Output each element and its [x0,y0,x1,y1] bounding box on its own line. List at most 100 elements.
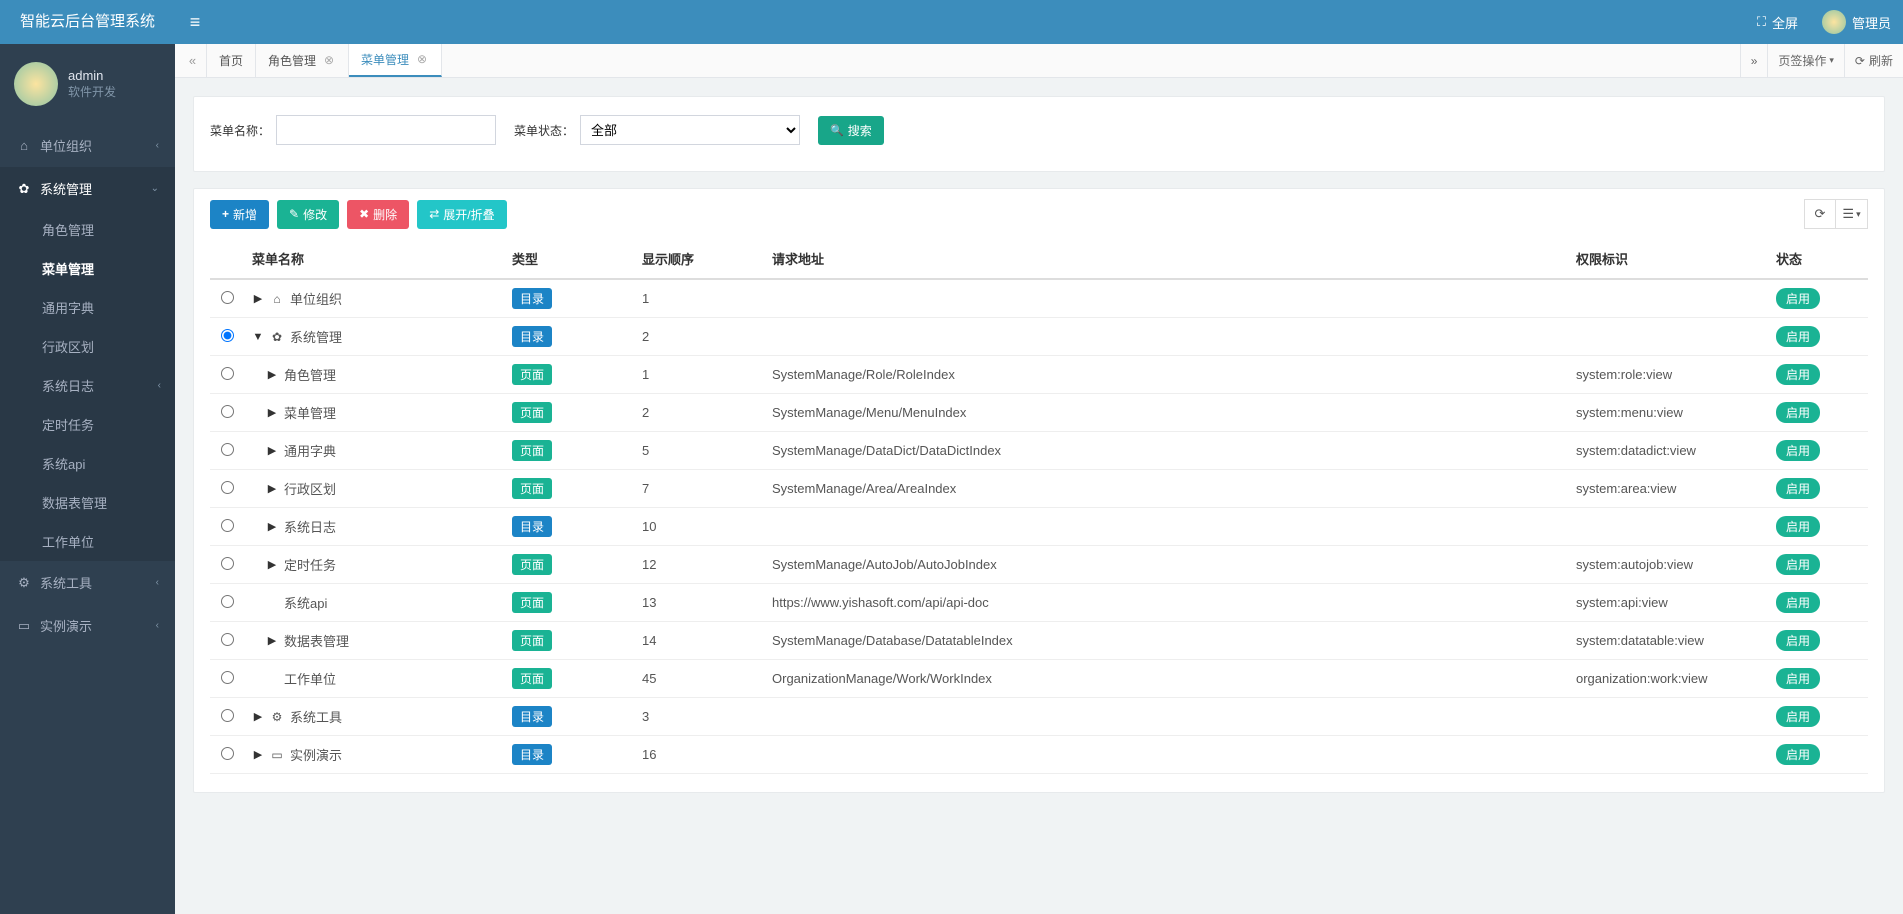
refresh-button[interactable]: 刷新 [1844,44,1903,77]
add-button[interactable]: 新增 [210,200,269,229]
tree-caret-icon[interactable]: ▶ [252,292,264,305]
row-url: SystemManage/Menu/MenuIndex [764,394,1568,432]
tree-caret-icon[interactable]: ▶ [266,444,278,457]
edit-label: 修改 [303,206,327,223]
menu-name-input[interactable] [276,115,496,145]
sidebar-subitem-系统api[interactable]: 系统api [0,444,175,483]
tabs-scroll-left[interactable] [179,44,207,77]
search-button[interactable]: 搜索 [818,116,884,145]
avatar [14,62,58,106]
add-label: 新增 [233,206,257,223]
sidebar-subitem-工作单位[interactable]: 工作单位 [0,522,175,561]
table-row[interactable]: 工作单位 页面 45 OrganizationManage/Work/WorkI… [210,660,1868,698]
sidebar-subitem-数据表管理[interactable]: 数据表管理 [0,483,175,522]
row-name: 系统api [284,593,327,612]
tab-label: 角色管理 [268,52,316,69]
row-radio[interactable] [221,557,234,570]
caret-icon: ⌄ [151,183,159,194]
row-url: SystemManage/Role/RoleIndex [764,356,1568,394]
table-row[interactable]: ▼ 系统管理 目录 2 启用 [210,318,1868,356]
table-row[interactable]: ▶ 通用字典 页面 5 SystemManage/DataDict/DataDi… [210,432,1868,470]
tree-caret-icon[interactable]: ▶ [266,558,278,571]
sidebar-subitem-系统日志[interactable]: 系统日志 ‹ [0,366,175,405]
toggle-label: 展开/折叠 [443,206,494,223]
tab-首页[interactable]: 首页 [207,44,256,77]
row-radio[interactable] [221,443,234,456]
sidebar-item-单位组织[interactable]: 单位组织 ‹ [0,124,175,167]
admin-menu[interactable]: 管理员 [1810,0,1903,44]
tab-ops-dropdown[interactable]: 页签操作▾ [1767,44,1844,77]
type-badge: 页面 [512,592,552,613]
table-columns-button[interactable]: ▾ [1836,199,1868,229]
row-perm: system:role:view [1568,356,1768,394]
status-badge: 启用 [1776,326,1820,347]
tabbar: 首页角色管理⊗菜单管理⊗ 页签操作▾ 刷新 [175,44,1903,78]
row-name: 行政区划 [284,479,336,498]
table-row[interactable]: ▶ 定时任务 页面 12 SystemManage/AutoJob/AutoJo… [210,546,1868,584]
row-name: 单位组织 [290,289,342,308]
table-row[interactable]: ▶ 角色管理 页面 1 SystemManage/Role/RoleIndex … [210,356,1868,394]
row-radio[interactable] [221,405,234,418]
toggle-expand-button[interactable]: 展开/折叠 [417,200,506,229]
table-row[interactable]: ▶ 菜单管理 页面 2 SystemManage/Menu/MenuIndex … [210,394,1868,432]
table-row[interactable]: ▶ 单位组织 目录 1 启用 [210,279,1868,318]
row-radio[interactable] [221,671,234,684]
app-header: 智能云后台管理系统 ≡ 全屏 管理员 [0,0,1903,44]
tab-菜单管理[interactable]: 菜单管理⊗ [349,44,442,77]
delete-button[interactable]: 删除 [347,200,409,229]
row-order: 3 [634,698,764,736]
sidebar-subitem-菜单管理[interactable]: 菜单管理 [0,249,175,288]
tab-close-icon[interactable]: ⊗ [322,54,336,68]
tree-caret-icon[interactable]: ▼ [252,331,264,343]
sidebar-item-系统管理[interactable]: 系统管理 ⌄ [0,167,175,210]
menu-status-select[interactable]: 全部 [580,115,800,145]
table-row[interactable]: ▶ 行政区划 页面 7 SystemManage/Area/AreaIndex … [210,470,1868,508]
tab-角色管理[interactable]: 角色管理 ⊗ [256,44,349,77]
table-row[interactable]: ▶ 系统日志 目录 10 启用 [210,508,1868,546]
row-name: 角色管理 [284,365,336,384]
sidebar-item-label: 系统管理 [40,179,151,198]
sidebar-item-系统工具[interactable]: 系统工具 ‹ [0,561,175,604]
table-row[interactable]: 系统api 页面 13 https://www.yishasoft.com/ap… [210,584,1868,622]
tab-label: 首页 [219,52,243,69]
menu-status-label: 菜单状态： [514,122,574,139]
col-url: 请求地址 [764,239,1568,279]
tree-caret-icon[interactable]: ▶ [252,748,264,761]
row-radio[interactable] [221,709,234,722]
sidebar-subitem-定时任务[interactable]: 定时任务 [0,405,175,444]
tab-close-icon[interactable]: ⊗ [415,53,429,67]
screen-icon [270,748,284,762]
table-row[interactable]: ▶ 系统工具 目录 3 启用 [210,698,1868,736]
sidebar-subitem-角色管理[interactable]: 角色管理 [0,210,175,249]
tree-caret-icon[interactable]: ▶ [266,634,278,647]
row-radio[interactable] [221,481,234,494]
sidebar-item-实例演示[interactable]: 实例演示 ‹ [0,604,175,647]
tree-caret-icon[interactable]: ▶ [266,520,278,533]
row-radio[interactable] [221,329,234,342]
col-name: 菜单名称 [244,239,504,279]
tree-caret-icon[interactable]: ▶ [266,406,278,419]
row-radio[interactable] [221,291,234,304]
table-row[interactable]: ▶ 数据表管理 页面 14 SystemManage/Database/Data… [210,622,1868,660]
tabs-scroll-right[interactable] [1740,44,1768,77]
tree-caret-icon[interactable]: ▶ [266,482,278,495]
tree-caret-icon[interactable]: ▶ [252,710,264,723]
menu-name-label: 菜单名称： [210,122,270,139]
row-radio[interactable] [221,595,234,608]
type-badge: 页面 [512,440,552,461]
tree-caret-icon[interactable]: ▶ [266,368,278,381]
sidebar-toggle[interactable]: ≡ [175,12,215,33]
row-radio[interactable] [221,519,234,532]
table-row[interactable]: ▶ 实例演示 目录 16 启用 [210,736,1868,774]
row-name: 菜单管理 [284,403,336,422]
type-badge: 页面 [512,630,552,651]
sidebar-subitem-通用字典[interactable]: 通用字典 [0,288,175,327]
row-radio[interactable] [221,633,234,646]
edit-button[interactable]: 修改 [277,200,339,229]
fullscreen-button[interactable]: 全屏 [1745,0,1810,44]
row-radio[interactable] [221,367,234,380]
table-refresh-button[interactable] [1804,199,1836,229]
sidebar-subitem-行政区划[interactable]: 行政区划 [0,327,175,366]
system-title: 智能云后台管理系统 [0,0,175,44]
row-radio[interactable] [221,747,234,760]
